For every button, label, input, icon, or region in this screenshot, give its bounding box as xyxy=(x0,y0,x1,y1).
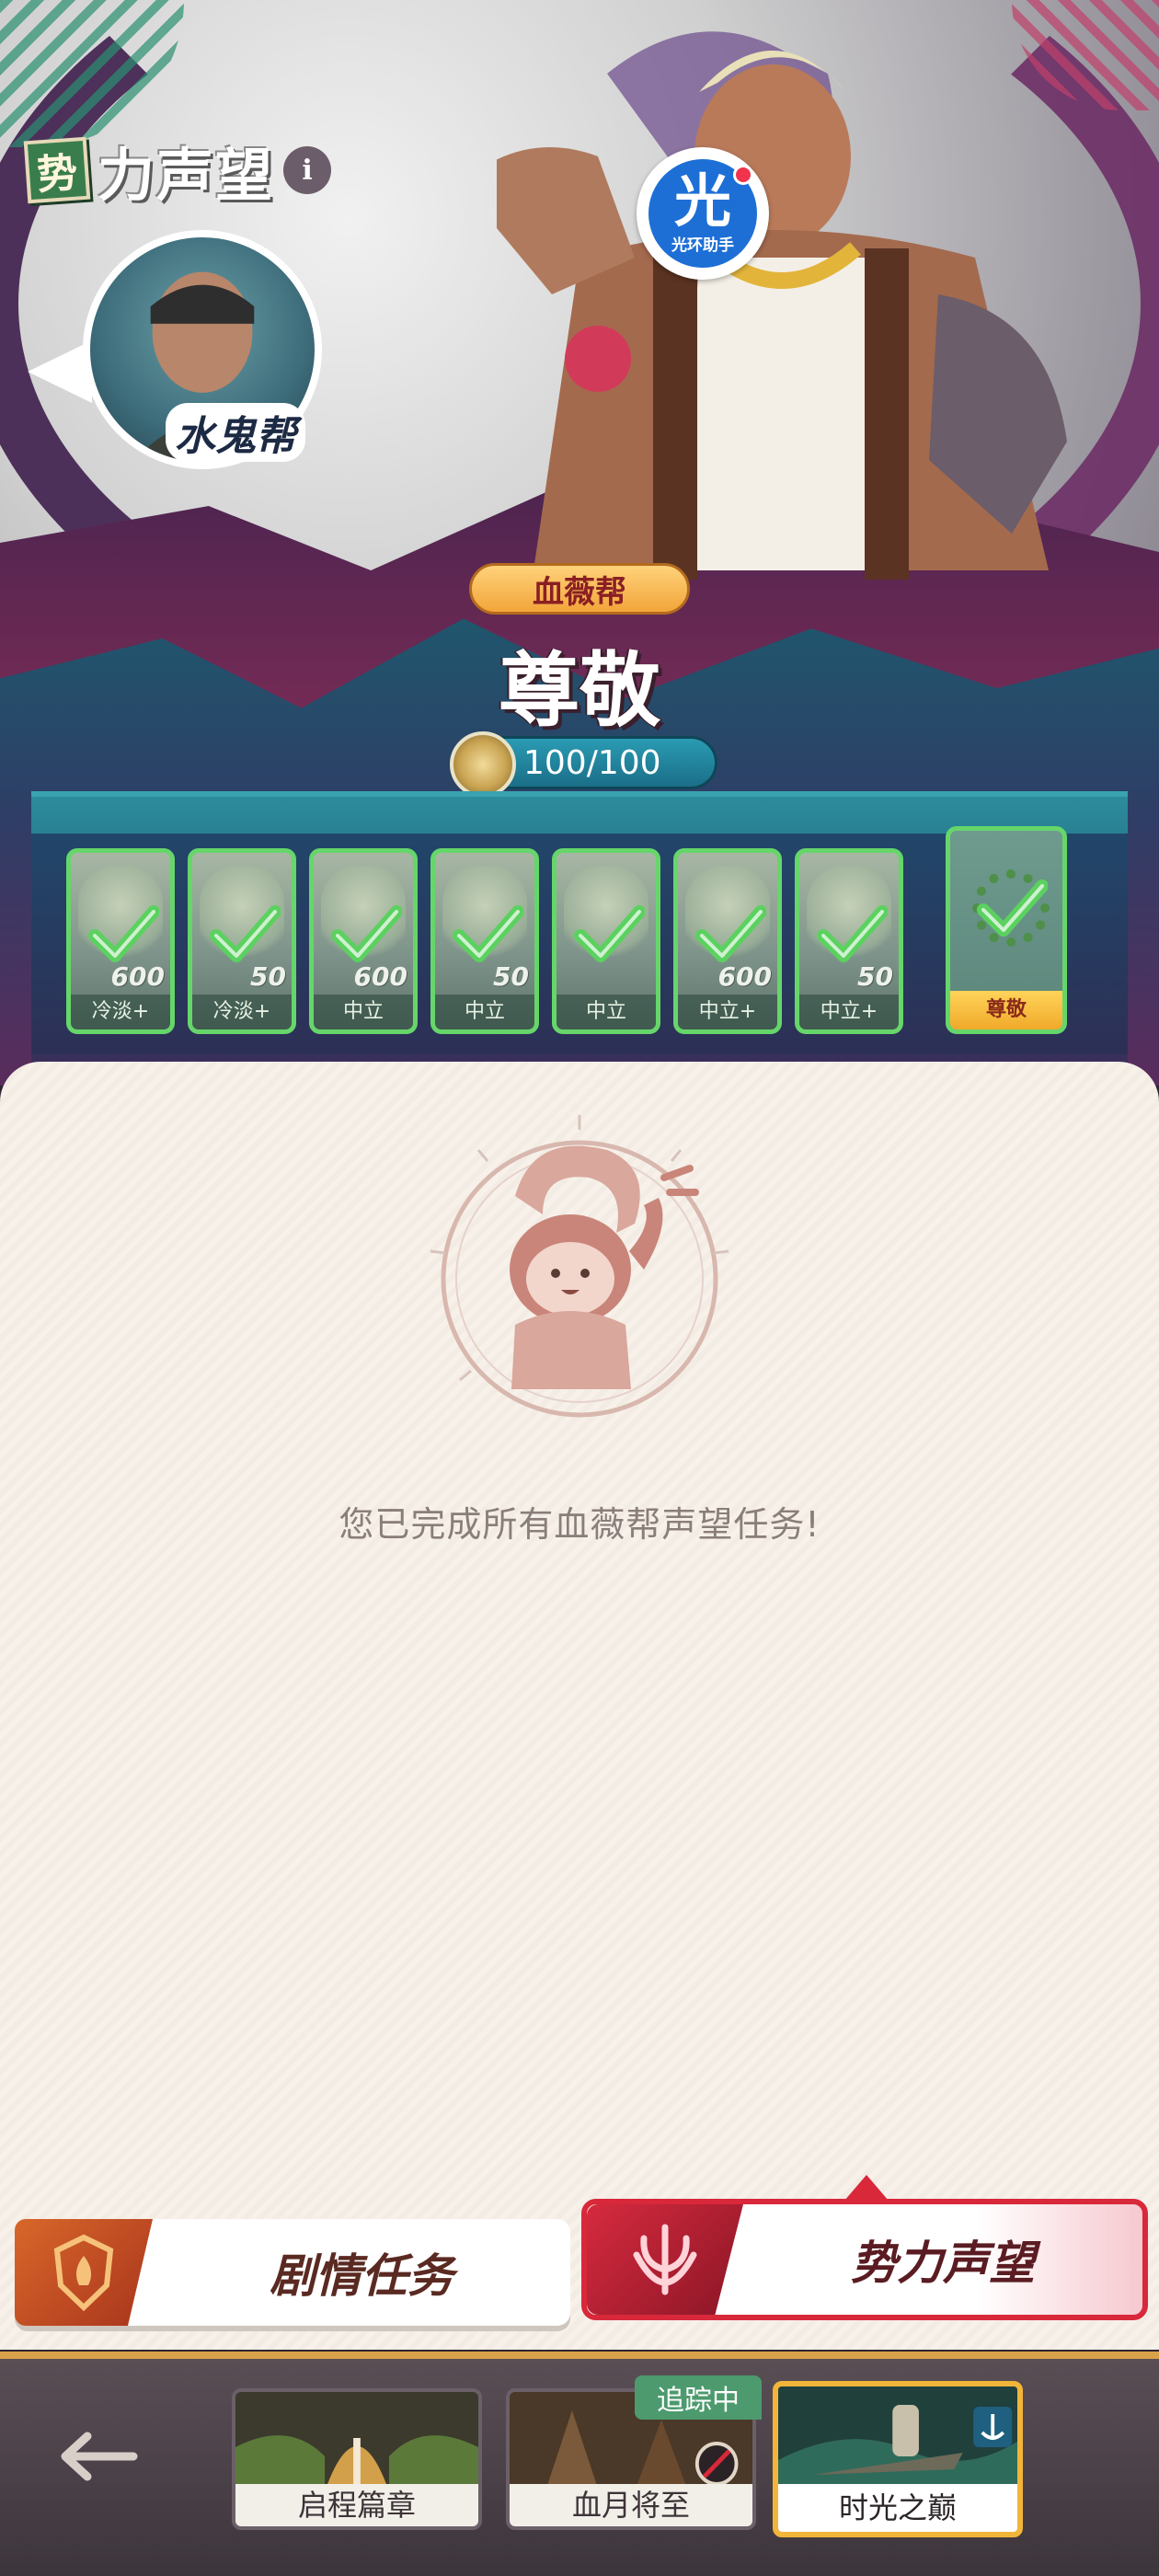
chapter-art xyxy=(235,2392,478,2491)
reputation-progress-text: 100/100 xyxy=(523,743,661,782)
milestone-card[interactable]: 600 冷淡+ xyxy=(66,848,175,1034)
chapter-name: 启程篇章 xyxy=(235,2484,478,2526)
check-icon xyxy=(453,905,523,962)
avatar-faction-name: 水鬼帮 xyxy=(166,403,305,462)
chapter-card-3-active[interactable]: 时光之巅 xyxy=(773,2381,1023,2537)
check-icon xyxy=(574,905,645,962)
check-icon xyxy=(817,905,888,962)
milestone-card[interactable]: 中立 xyxy=(552,848,660,1034)
tab-reputation-icon-box xyxy=(587,2204,743,2315)
tab-reputation-label: 势力声望 xyxy=(851,2236,1035,2290)
title-text: 力声望 xyxy=(98,142,275,209)
chapter-name: 时光之巅 xyxy=(778,2484,1017,2532)
arrow-left-icon xyxy=(61,2432,138,2481)
milestone-label: 冷淡+ xyxy=(192,995,292,1029)
milestone-card-final[interactable]: 尊敬 xyxy=(946,826,1067,1034)
chapter-card-1[interactable]: 启程篇章 xyxy=(232,2388,482,2530)
reputation-progress: 100/100 xyxy=(450,731,717,798)
tab-story-label: 剧情任务 xyxy=(270,2248,453,2303)
assistant-logo-glyph: 光 xyxy=(673,167,731,235)
tab-story-icon-box xyxy=(15,2219,153,2326)
check-icon xyxy=(695,905,766,962)
reputation-rank: 尊敬 xyxy=(498,642,660,738)
milestone-card[interactable]: 600 中立+ xyxy=(673,848,782,1034)
milestone-label: 尊敬 xyxy=(950,991,1062,1029)
milestone-label: 冷淡+ xyxy=(71,995,170,1029)
assistant-logo: 光 光环助手 xyxy=(648,159,757,268)
info-icon[interactable]: i xyxy=(283,146,332,194)
assistant-logo-text: 光环助手 xyxy=(671,236,734,255)
milestone-card[interactable]: 50 中立 xyxy=(430,848,539,1034)
check-icon xyxy=(331,905,402,962)
milestone-list: 600 冷淡+ 50 冷淡+ 600 中立 50 中立 中立 600 中立+ 5… xyxy=(35,826,1139,1047)
faction-name-tag: 血薇帮 xyxy=(469,563,690,615)
reputation-coin-icon xyxy=(450,731,516,798)
milestone-card[interactable]: 50 中立+ xyxy=(795,848,903,1034)
active-tab-pointer xyxy=(844,2175,889,2201)
notification-dot xyxy=(733,165,753,185)
tracking-badge: 追踪中 xyxy=(635,2375,762,2420)
flame-shield-icon xyxy=(53,2234,114,2311)
milestone-label: 中立+ xyxy=(799,995,899,1029)
milestone-label: 中立 xyxy=(557,995,656,1029)
guanghuan-assistant-badge[interactable]: 光 光环助手 xyxy=(637,147,769,280)
faction-leader-illustration xyxy=(497,31,1067,580)
check-icon xyxy=(88,905,159,962)
milestone-label: 中立+ xyxy=(678,995,777,1029)
faction-switch-avatar[interactable]: 水鬼帮 xyxy=(28,230,322,488)
milestone-label: 中立 xyxy=(314,995,413,1029)
check-icon xyxy=(210,905,281,962)
chapter-name: 血月将至 xyxy=(510,2484,752,2526)
tab-faction-reputation[interactable]: 势力声望 xyxy=(581,2199,1148,2320)
milestone-card[interactable]: 600 中立 xyxy=(309,848,418,1034)
milestone-card[interactable]: 50 冷淡+ xyxy=(188,848,296,1034)
check-icon xyxy=(977,880,1048,937)
tab-story-quests[interactable]: 剧情任务 xyxy=(15,2219,570,2326)
back-button[interactable] xyxy=(52,2420,143,2493)
chapter-art xyxy=(778,2386,1017,2495)
completion-message: 您已完成所有血薇帮声望任务! xyxy=(339,1504,820,1545)
mascot-cheer-illustration xyxy=(430,1115,729,1418)
trident-crest-icon xyxy=(633,2224,697,2295)
title-badge: 势 xyxy=(23,136,91,204)
milestone-label: 中立 xyxy=(435,995,534,1029)
page-title: 势 力声望 i xyxy=(23,129,332,212)
